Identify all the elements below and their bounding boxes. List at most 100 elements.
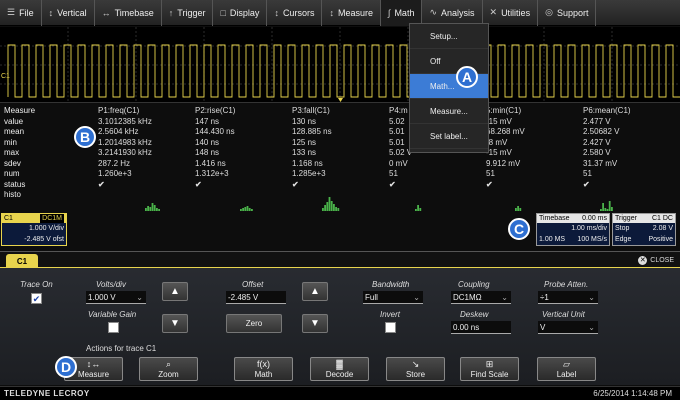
zero-button[interactable]: Zero: [226, 314, 282, 333]
action-label-button[interactable]: ▱ Label: [537, 357, 596, 381]
volts-div-field[interactable]: 1.000 V ⌄: [86, 291, 146, 304]
action-find-scale-button[interactable]: ⊞ Find Scale: [460, 357, 519, 381]
probe-atten-field[interactable]: ÷1 ⌄: [538, 291, 598, 304]
action-label: Store: [405, 370, 426, 379]
date-time: 6/25/2014 1:14:48 PM: [593, 389, 672, 398]
menu-analysis[interactable]: ∿ Analysis: [422, 0, 483, 26]
invert-checkbox[interactable]: [385, 322, 396, 333]
trigger-channel: C1: [651, 215, 661, 222]
measure-cell: 1.2014983 kHz: [98, 137, 152, 147]
menu-file[interactable]: ☰ File: [0, 0, 42, 26]
menu-file-label: File: [19, 7, 34, 18]
measure-cell: 1.312e+3: [195, 169, 229, 178]
deskew-field[interactable]: 0.00 ns: [451, 321, 511, 334]
timebase-tdiv: 1.00 ms/div: [571, 225, 607, 232]
volts-down-button[interactable]: ▼: [162, 314, 188, 333]
trace-on-label: Trace On: [20, 280, 53, 289]
measure-cell: 9.912 mV: [486, 158, 521, 168]
measure-header-2[interactable]: P2:rise(C1): [195, 106, 292, 117]
math-menu-item-3[interactable]: Measure...: [410, 99, 488, 124]
status-ok-icon: ✔: [486, 179, 493, 189]
vertical-unit-value: V: [540, 323, 546, 332]
measure-header-1[interactable]: P1:freq(C1): [98, 106, 195, 117]
measure-cell: 130 ns: [292, 116, 317, 126]
menu-math[interactable]: ∫ Math: [380, 0, 423, 26]
trace-c1-marker[interactable]: C1: [1, 73, 10, 80]
variable-gain-label: Variable Gain: [88, 310, 137, 319]
cursors-icon: ↕: [274, 7, 279, 18]
trigger-coupling: DC: [662, 215, 673, 222]
measure-header-3[interactable]: P3:fall(C1): [292, 106, 389, 117]
timebase-descriptor-box[interactable]: Timebase 0.00 ms 1.00 ms/div 1.00 MS 100 M…: [536, 213, 610, 246]
measure-cell: 3.2141930 kHz: [98, 148, 152, 157]
offset-label: Offset: [242, 280, 264, 289]
menu-cursors[interactable]: ↕ Cursors: [267, 0, 323, 26]
measure-header-6[interactable]: P6:mean(C1): [583, 106, 680, 117]
trigger-level: 2.08 V: [652, 225, 673, 232]
action-label: Decode: [325, 370, 354, 379]
status-label: status: [4, 179, 26, 189]
variable-gain-checkbox[interactable]: [108, 322, 119, 333]
offset-up-button[interactable]: ▲: [302, 282, 328, 301]
histogram-bar: [324, 205, 326, 211]
menu-cursors-label: Cursors: [282, 7, 315, 18]
waveform-grid[interactable]: [0, 27, 680, 103]
histogram-bar: [242, 208, 244, 211]
channel-setup-dialog: C1 ✕ CLOSE Trace On ✔ Volts/div 1.000 V ⌄ …: [0, 251, 680, 385]
menu-math-label: Math: [394, 7, 415, 18]
math-icon: ∫: [387, 7, 391, 18]
measure-header-5[interactable]: 5:min(C1): [486, 106, 583, 117]
probe-atten-value: ÷1: [540, 293, 549, 302]
trigger-mode: Stop: [615, 225, 630, 232]
math-menu-item-4[interactable]: Set label...: [410, 124, 488, 149]
menu-utilities[interactable]: ✕ Utilities: [483, 0, 539, 26]
menu-display-label: Display: [229, 7, 260, 18]
probe-atten-label: Probe Atten.: [544, 280, 589, 289]
offset-field[interactable]: -2.485 V: [226, 291, 286, 304]
menu-trigger[interactable]: ↑ Trigger: [162, 0, 214, 26]
measure-cell: 1.168 ns: [292, 158, 323, 168]
action-store-button[interactable]: ↘ Store: [386, 357, 445, 381]
arrow-up-icon: ▲: [170, 286, 180, 297]
status-ok-icon: ✔: [98, 179, 105, 189]
callout-a-icon: A: [456, 66, 478, 88]
action-decode-button[interactable]: ▓ Decode: [310, 357, 369, 381]
menu-support[interactable]: ◎ Support: [538, 0, 597, 26]
c1-descriptor-box[interactable]: C1 DC1M 1.000 V/div -2.485 V ofst: [1, 213, 67, 246]
menu-timebase[interactable]: ↔ Timebase: [95, 0, 162, 26]
histogram-bar: [602, 203, 604, 211]
histogram-bar: [611, 207, 613, 211]
deskew-label: Deskew: [460, 310, 489, 319]
timebase-icon: ↔: [101, 7, 111, 18]
trigger-descriptor-box[interactable]: Trigger C1 DC Stop 2.08 V Edge Positive: [612, 213, 676, 246]
measure-cell: 147 ns: [195, 116, 220, 126]
close-button[interactable]: ✕ CLOSE: [638, 256, 674, 265]
menu-measure[interactable]: ↕ Measure: [322, 0, 381, 26]
action-math-button[interactable]: f(x) Math: [234, 357, 293, 381]
menu-display[interactable]: □ Display: [213, 0, 268, 26]
menu-support-label: Support: [556, 7, 589, 18]
math-menu-item-0[interactable]: Setup...: [410, 24, 488, 49]
histogram-bar: [147, 206, 149, 211]
offset-value: -2.485 V: [228, 293, 259, 302]
offset-down-button[interactable]: ▼: [302, 314, 328, 333]
measure-row-label: max: [4, 148, 20, 157]
measure-cell: -15 mV: [486, 148, 512, 157]
trace-on-checkbox[interactable]: ✔: [31, 293, 42, 304]
histogram-bar: [330, 201, 333, 211]
timebase-delay: 0.00 ms: [582, 215, 607, 222]
histogram-bar: [335, 207, 337, 211]
histogram-bar: [322, 208, 324, 211]
menu-vertical[interactable]: ↕ Vertical: [42, 0, 95, 26]
volts-up-button[interactable]: ▲: [162, 282, 188, 301]
action-zoom-button[interactable]: ⌕ Zoom: [139, 357, 198, 381]
trigger-slope: Positive: [648, 236, 673, 243]
trigger-position-marker: [338, 98, 343, 102]
tab-c1[interactable]: C1: [6, 254, 38, 268]
actions-label: Actions for trace C1: [86, 344, 157, 353]
bandwidth-field[interactable]: Full ⌄: [363, 291, 423, 304]
coupling-field[interactable]: DC1MΩ ⌄: [451, 291, 511, 304]
measurement-header-row: Measure P1:freq(C1) P2:rise(C1) P3:fall(C1)…: [0, 106, 680, 117]
analysis-icon: ∿: [429, 7, 437, 17]
vertical-unit-field[interactable]: V ⌄: [538, 321, 598, 334]
